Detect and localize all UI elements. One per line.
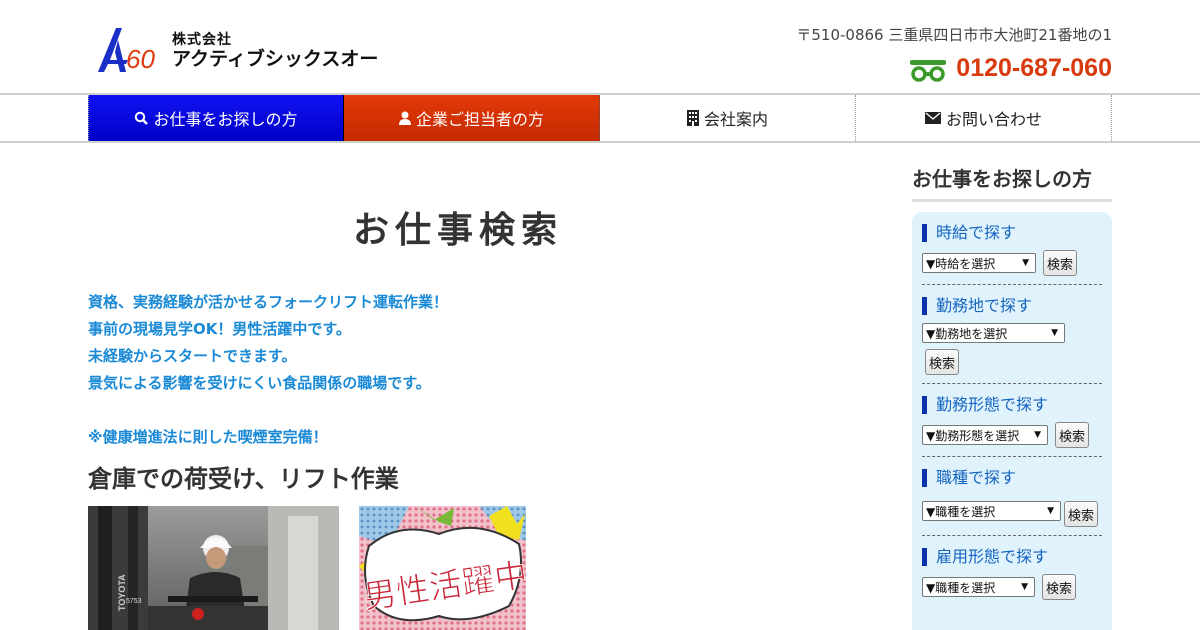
forklift-photo: TOYOTA 5753 bbox=[88, 506, 339, 630]
phone-number-block[interactable]: 0120-687-060 bbox=[910, 54, 1112, 83]
job-type-select[interactable]: ▼職種を選択 ▼ bbox=[922, 501, 1061, 521]
select-value: ▼職種を選択 bbox=[926, 580, 996, 595]
search-icon bbox=[134, 111, 149, 125]
main-content: お仕事検索 資格、実務経験が活かせるフォークリフト運転作業！ 事前の現場見学OK… bbox=[88, 143, 828, 630]
svg-text:60: 60 bbox=[126, 44, 155, 74]
sidebar: お仕事をお探しの方 時給で探す ▼時給を選択 ▼ 検索 勤務地で探す ▼勤務地を選… bbox=[912, 143, 1112, 630]
employment-type-search-button[interactable]: 検索 bbox=[1042, 574, 1077, 600]
search-by-work-style: 勤務形態で探す ▼勤務形態を選択 ▼ 検索 bbox=[922, 396, 1102, 457]
building-icon bbox=[686, 110, 699, 126]
location-search-button[interactable]: 検索 bbox=[925, 349, 960, 375]
global-navigation: お仕事をお探しの方 企業ご担当者の方 会社案内 お問い合わせ bbox=[0, 93, 1200, 143]
male-workers-active-image: 男性活躍中 bbox=[359, 506, 526, 630]
site-header: 60 株式会社 アクティブシックスオー 〒510-0866 三重県四日市市大池町… bbox=[0, 0, 1200, 93]
work-style-search-button[interactable]: 検索 bbox=[1055, 422, 1090, 448]
nav-item-job-seekers[interactable]: お仕事をお探しの方 bbox=[88, 95, 344, 141]
search-group-label: 勤務地で探す bbox=[922, 297, 1102, 315]
dropdown-arrow-icon: ▼ bbox=[1034, 430, 1041, 440]
wage-select[interactable]: ▼時給を選択 ▼ bbox=[922, 253, 1036, 273]
employment-type-select[interactable]: ▼職種を選択 ▼ bbox=[922, 577, 1035, 597]
company-logo[interactable]: 60 株式会社 アクティブシックスオー bbox=[96, 26, 386, 76]
select-value: ▼時給を選択 bbox=[926, 256, 996, 271]
search-group-label: 雇用形態で探す bbox=[922, 548, 1102, 566]
intro-line: 資格、実務経験が活かせるフォークリフト運転作業！ bbox=[88, 293, 449, 311]
search-group-label: 勤務形態で探す bbox=[922, 396, 1102, 414]
select-value: ▼勤務地を選択 bbox=[926, 326, 1008, 341]
select-value: ▼職種を選択 bbox=[926, 504, 996, 519]
work-style-select[interactable]: ▼勤務形態を選択 ▼ bbox=[922, 425, 1048, 445]
job-title: 倉庫での荷受け、リフト作業 bbox=[88, 465, 399, 493]
intro-line: ※健康増進法に則した喫煙室完備！ bbox=[88, 428, 328, 446]
job-search-panel: 時給で探す ▼時給を選択 ▼ 検索 勤務地で探す ▼勤務地を選択 ▼ 検索 勤務形態… bbox=[912, 212, 1112, 630]
user-icon bbox=[398, 111, 411, 125]
nav-item-contact[interactable]: お問い合わせ bbox=[856, 95, 1112, 141]
intro-line: 未経験からスタートできます。 bbox=[88, 347, 297, 365]
svg-text:TOYOTA: TOYOTA bbox=[117, 574, 127, 611]
job-intro: 資格、実務経験が活かせるフォークリフト運転作業！ 事前の現場見学OK！男性活躍中… bbox=[88, 291, 688, 453]
wage-search-button[interactable]: 検索 bbox=[1043, 250, 1078, 276]
logo-company-name: アクティブシックスオー bbox=[172, 48, 379, 70]
logo-mark-icon: 60 bbox=[98, 28, 155, 74]
nav-item-companies[interactable]: 企業ご担当者の方 bbox=[344, 95, 600, 141]
sidebar-divider bbox=[912, 199, 1112, 202]
dropdown-arrow-icon: ▼ bbox=[1051, 328, 1058, 338]
dropdown-arrow-icon: ▼ bbox=[1022, 258, 1029, 268]
envelope-icon bbox=[924, 112, 941, 124]
dropdown-arrow-icon: ▼ bbox=[1047, 506, 1054, 516]
nav-item-label: お仕事をお探しの方 bbox=[153, 110, 298, 129]
search-by-wage: 時給で探す ▼時給を選択 ▼ 検索 bbox=[922, 224, 1102, 285]
intro-line: 事前の現場見学OK！男性活躍中です。 bbox=[88, 320, 351, 338]
nav-item-label: 会社案内 bbox=[703, 110, 768, 129]
location-select[interactable]: ▼勤務地を選択 ▼ bbox=[922, 323, 1065, 343]
search-group-label: 職種で探す bbox=[922, 469, 1102, 487]
search-by-job-type: 職種で探す ▼職種を選択 ▼ 検索 bbox=[922, 469, 1102, 536]
company-address: 〒510-0866 三重県四日市市大池町21番地の1 bbox=[796, 26, 1112, 44]
freedial-icon bbox=[910, 59, 947, 82]
sidebar-title: お仕事をお探しの方 bbox=[912, 167, 1092, 191]
page-title: お仕事検索 bbox=[352, 210, 563, 251]
search-group-label: 時給で探す bbox=[922, 224, 1102, 242]
svg-text:5753: 5753 bbox=[126, 598, 142, 605]
intro-line: 景気による影響を受けにくい食品関係の職場です。 bbox=[88, 374, 431, 392]
nav-item-label: お問い合わせ bbox=[945, 110, 1042, 129]
search-by-location: 勤務地で探す ▼勤務地を選択 ▼ 検索 bbox=[922, 297, 1102, 384]
nav-item-company-info[interactable]: 会社案内 bbox=[600, 95, 856, 141]
logo-company-type: 株式会社 bbox=[172, 32, 232, 48]
select-value: ▼勤務形態を選択 bbox=[926, 428, 1020, 443]
phone-number: 0120-687-060 bbox=[956, 54, 1112, 82]
nav-item-label: 企業ご担当者の方 bbox=[415, 110, 544, 129]
search-by-employment-type: 雇用形態で探す ▼職種を選択 ▼ 検索 bbox=[922, 548, 1102, 608]
dropdown-arrow-icon: ▼ bbox=[1021, 582, 1028, 592]
job-type-search-button[interactable]: 検索 bbox=[1064, 501, 1099, 527]
